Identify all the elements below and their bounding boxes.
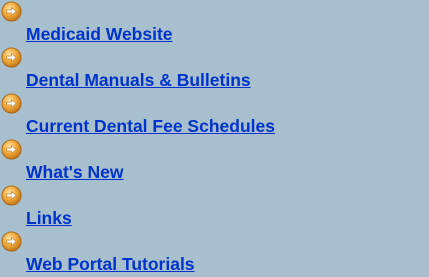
nav-item-web-portal-tutorials: Web Portal Tutorials [0,230,429,276]
web-portal-tutorials-link[interactable]: Web Portal Tutorials [26,254,195,274]
medicaid-website-link[interactable]: Medicaid Website [26,24,173,44]
nav-item-links: Links [0,184,429,230]
circle-arrow-right-icon [1,93,22,114]
circle-arrow-right-icon [1,185,22,206]
whats-new-link[interactable]: What's New [26,162,124,182]
circle-arrow-right-icon [1,1,22,22]
nav-item-medicaid-website: Medicaid Website [0,0,429,46]
nav-item-fee-schedules: Current Dental Fee Schedules [0,92,429,138]
dental-manuals-bulletins-link[interactable]: Dental Manuals & Bulletins [26,70,251,90]
circle-arrow-right-icon [1,139,22,160]
nav-list: Medicaid Website Dental Manuals & Bullet… [0,0,429,277]
circle-arrow-right-icon [1,231,22,252]
circle-arrow-right-icon [1,47,22,68]
current-dental-fee-schedules-link[interactable]: Current Dental Fee Schedules [26,116,275,136]
nav-item-whats-new: What's New [0,138,429,184]
links-link[interactable]: Links [26,208,72,228]
nav-item-dental-manuals: Dental Manuals & Bulletins [0,46,429,92]
